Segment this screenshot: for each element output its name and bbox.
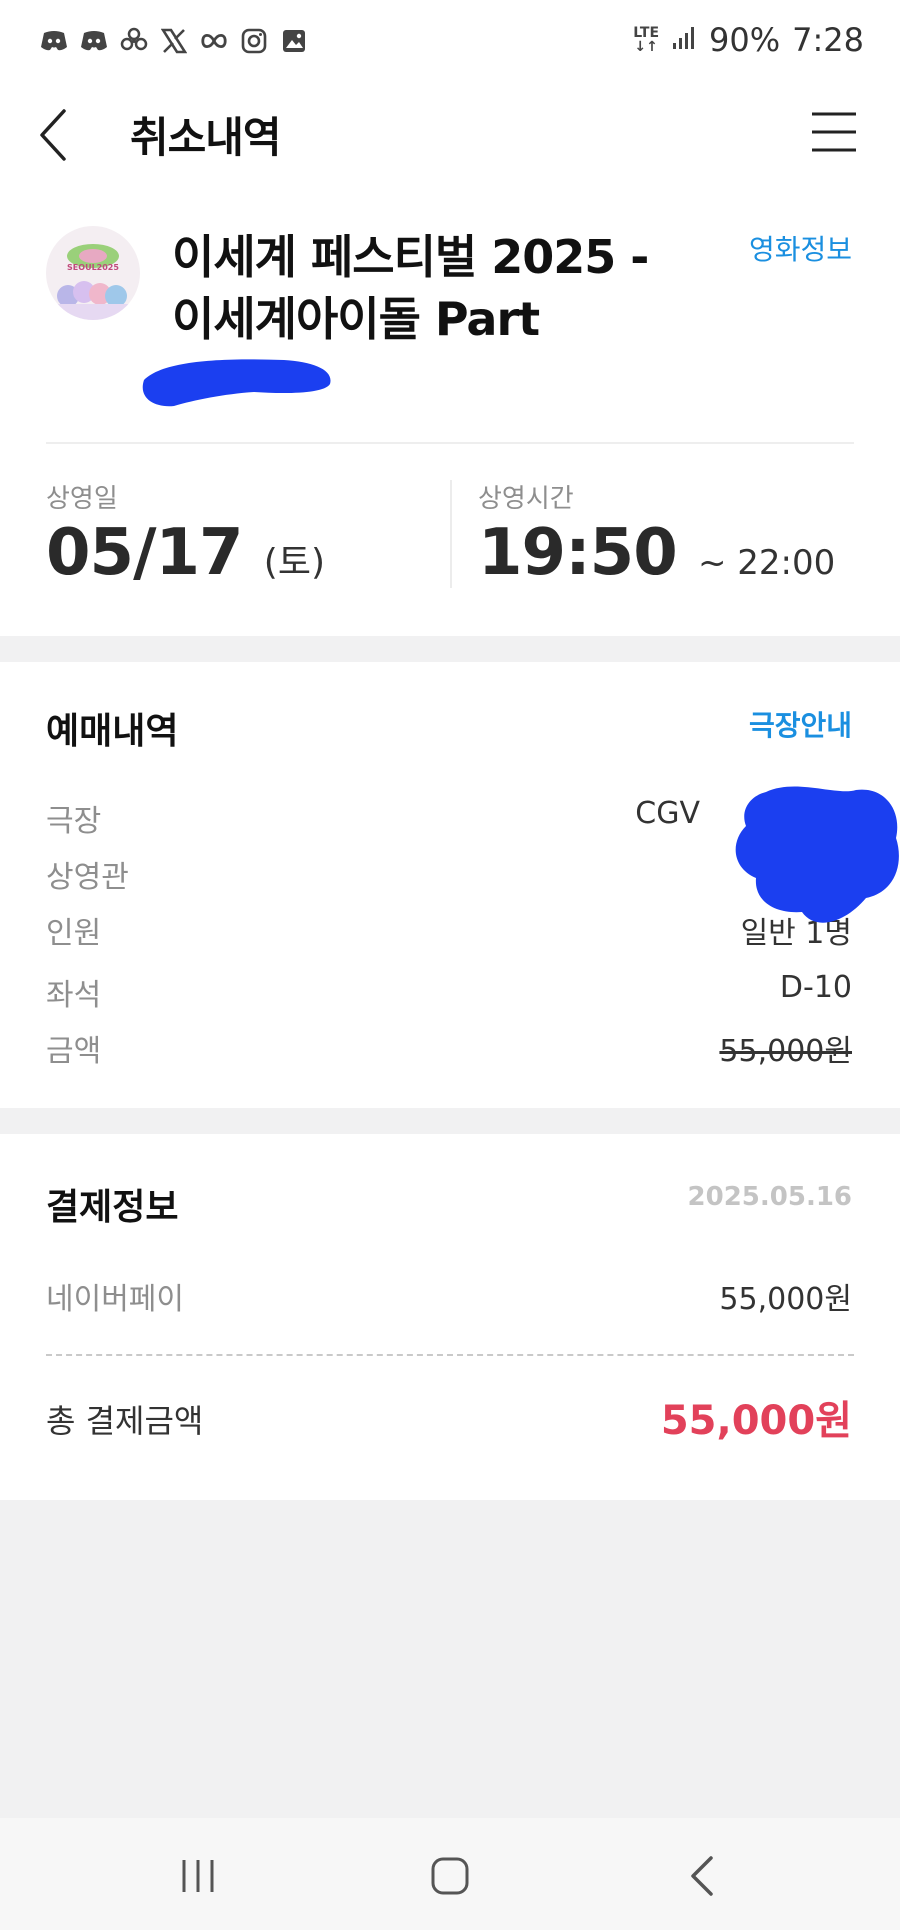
- x-logo-icon: [160, 27, 188, 55]
- date-text: 05/17: [46, 516, 243, 590]
- theater-info-link[interactable]: 극장안내: [749, 704, 852, 744]
- movie-title-line1: 이세계 페스티벌 2025 -: [172, 230, 649, 284]
- lte-indicator: LTE ↓↑: [633, 26, 659, 54]
- seat-value: D-10: [779, 970, 852, 1005]
- battery-percent: 90%: [709, 21, 781, 59]
- back-icon: [691, 1856, 713, 1896]
- screening-time-label: 상영시간: [478, 484, 574, 514]
- chevron-left-icon: [40, 109, 66, 161]
- flower-icon: [120, 27, 148, 55]
- booking-section-title: 예매내역: [46, 711, 179, 752]
- movie-poster[interactable]: SEOUL2025: [46, 226, 140, 320]
- movie-title: 이세계 페스티벌 2025 - 이세계아이돌 Part: [172, 226, 692, 350]
- start-time: 19:50: [478, 516, 678, 590]
- payment-method-value: 55,000원: [719, 1282, 852, 1317]
- poster-text: SEOUL2025: [67, 263, 119, 272]
- vertical-divider: [450, 480, 452, 588]
- day-of-week: (토): [263, 542, 325, 583]
- system-status: LTE ↓↑ 90% 7:28: [633, 20, 864, 60]
- data-arrows-icon: ↓↑: [634, 39, 658, 55]
- system-nav-bar: [0, 1818, 900, 1930]
- back-nav-button[interactable]: [672, 1848, 732, 1904]
- movie-title-line2: 이세계아이돌 Part: [172, 292, 540, 346]
- screening-time: 19:50 ~ 22:00: [478, 516, 835, 590]
- app-header: 취소내역: [0, 80, 900, 190]
- payment-section-title: 결제정보: [46, 1187, 179, 1228]
- menu-button[interactable]: [810, 110, 858, 154]
- divider: [46, 442, 854, 444]
- people-label: 인원: [46, 916, 102, 951]
- total-payment-label: 총 결제금액: [46, 1402, 204, 1440]
- theater-label: 극장: [46, 804, 102, 839]
- theater-value: CGV: [635, 796, 700, 831]
- home-icon: [431, 1857, 469, 1895]
- movie-card: SEOUL2025 이세계 페스티벌 2025 - 이세계아이돌 Part 영화…: [0, 190, 900, 636]
- payment-info-section: 결제정보 2025.05.16 네이버페이 55,000원 총 결제금액 55,…: [0, 1134, 900, 1500]
- recent-apps-button[interactable]: [168, 1848, 228, 1904]
- recent-apps-icon: [182, 1860, 214, 1892]
- page-title: 취소내역: [130, 113, 282, 162]
- total-payment-value: 55,000원: [660, 1398, 852, 1444]
- seat-label: 좌석: [46, 978, 102, 1013]
- dashed-divider: [46, 1354, 854, 1356]
- status-bar: LTE ↓↑ 90% 7:28: [0, 0, 900, 80]
- price-value: 55,000원: [719, 1034, 852, 1069]
- home-button[interactable]: [420, 1848, 480, 1904]
- price-label: 금액: [46, 1034, 102, 1069]
- redaction-scribble: [142, 359, 331, 407]
- back-button[interactable]: [36, 100, 96, 170]
- instagram-icon: [240, 27, 268, 55]
- end-time: ~ 22:00: [698, 543, 836, 583]
- clock: 7:28: [792, 21, 864, 59]
- infinity-icon: [200, 27, 228, 55]
- screening-date-label: 상영일: [46, 484, 118, 514]
- redaction-scribble: [735, 786, 899, 923]
- payment-method-label: 네이버페이: [46, 1282, 184, 1317]
- discord-icon: [40, 27, 68, 55]
- hamburger-menu-icon: [812, 112, 856, 152]
- gallery-icon: [280, 27, 308, 55]
- discord-icon: [80, 27, 108, 55]
- payment-date: 2025.05.16: [687, 1182, 852, 1212]
- booking-details-section: 예매내역 극장안내 극장 CGV 상영관 인원 일반 1명 좌석 D-10 금액…: [0, 662, 900, 1108]
- notification-icons: [40, 24, 308, 58]
- screen-label: 상영관: [46, 860, 129, 895]
- signal-icon: [671, 21, 697, 59]
- screening-date: 05/17 (토): [46, 516, 325, 590]
- movie-info-link[interactable]: 영화정보: [749, 228, 852, 268]
